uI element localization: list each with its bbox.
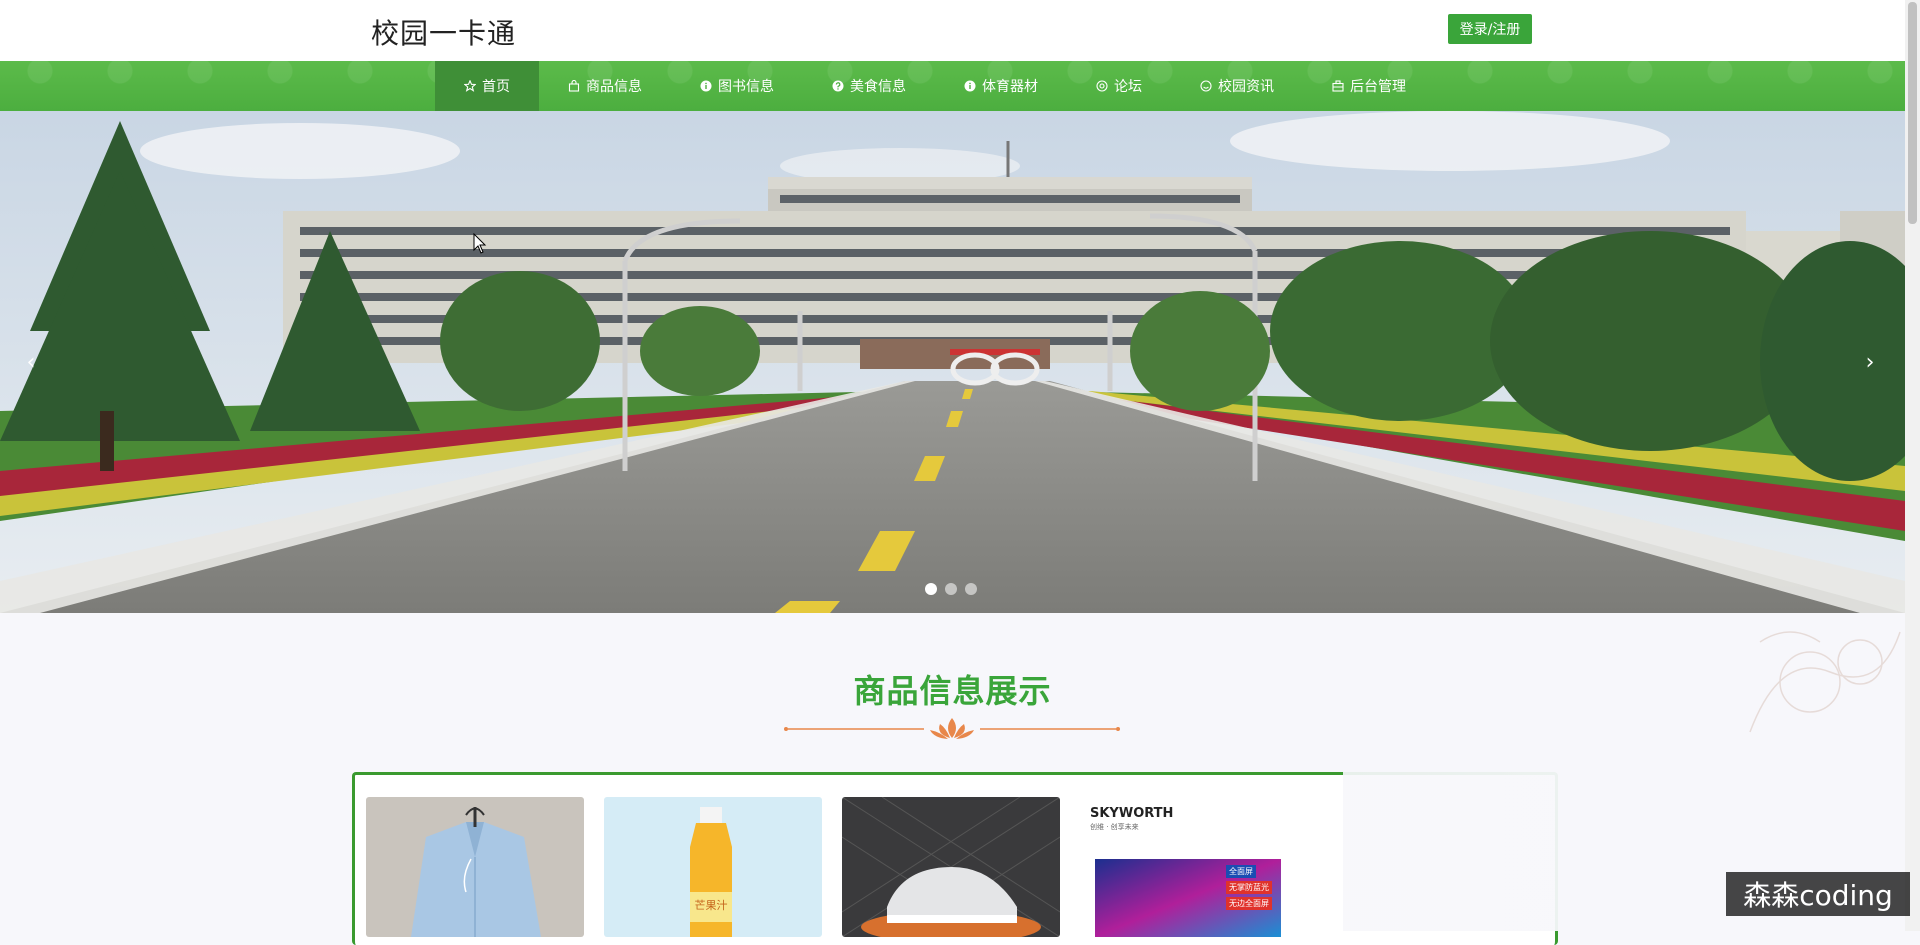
tv-badge-1: 无掌防蓝光 (1226, 881, 1272, 894)
header-bar: 校园一卡通 登录/注册 (0, 0, 1905, 61)
nav-item-books[interactable]: 图书信息 (671, 61, 803, 111)
product-image (604, 797, 822, 937)
nav-item-label: 首页 (482, 79, 510, 95)
carousel-next-button[interactable]: › (1855, 347, 1885, 377)
briefcase-icon (1332, 80, 1344, 92)
carousel-dot-1[interactable] (925, 583, 937, 595)
carousel-indicators (925, 583, 977, 595)
nav-item-home[interactable]: 首页 (435, 61, 539, 111)
product-card-juice[interactable]: 芒果汁 (604, 797, 822, 937)
product-card-tv[interactable]: SKYWORTH 创维 · 创享未来 全面屏 无掌防蓝光 无边全面屏 (1080, 797, 1298, 937)
product-image (366, 797, 584, 937)
lotus-icon (930, 718, 974, 739)
banner-carousel[interactable]: ‹ › (0, 111, 1905, 613)
star-icon (464, 80, 476, 92)
nav-item-admin[interactable]: 后台管理 (1303, 61, 1435, 111)
at-icon (1096, 80, 1108, 92)
site-title[interactable]: 校园一卡通 (371, 12, 516, 52)
login-register-button[interactable]: 登录/注册 (1448, 14, 1532, 44)
info-icon (964, 80, 976, 92)
nav-items: 首页 商品信息 图书信息 美食信息 体育器材 论坛 校园资讯 后台管理 (435, 61, 1435, 111)
carousel-dot-3[interactable] (965, 583, 977, 595)
nav-item-label: 后台管理 (1350, 79, 1406, 95)
smile-icon (1200, 80, 1212, 92)
bag-icon (568, 80, 580, 92)
tv-badge-top: 全面屏 (1226, 865, 1256, 878)
nav-item-label: 体育器材 (982, 79, 1038, 95)
campus-banner-image (0, 111, 1905, 613)
brand-tagline: 创维 · 创享未来 (1090, 823, 1139, 831)
carousel-prev-button[interactable]: ‹ (16, 347, 46, 377)
section-title: 商品信息展示 (853, 672, 1052, 710)
product-card-shirt[interactable] (366, 797, 584, 937)
carousel-dot-2[interactable] (945, 583, 957, 595)
watermark: 森森coding (1726, 872, 1910, 916)
lotus-divider (784, 718, 1120, 739)
brand-logo: SKYWORTH (1090, 806, 1174, 821)
nav-item-news[interactable]: 校园资讯 (1171, 61, 1303, 111)
nav-item-forum[interactable]: 论坛 (1067, 61, 1171, 111)
nav-item-label: 美食信息 (850, 79, 906, 95)
nav-item-food[interactable]: 美食信息 (803, 61, 935, 111)
mouse-cursor-icon (473, 233, 487, 254)
nav-item-sports[interactable]: 体育器材 (935, 61, 1067, 111)
product-card-shoe[interactable] (842, 797, 1060, 937)
nav-item-label: 商品信息 (586, 79, 642, 95)
scrollbar-thumb[interactable] (1908, 2, 1917, 224)
info-icon (700, 80, 712, 92)
product-label: 芒果汁 (694, 899, 728, 912)
nav-item-label: 校园资讯 (1218, 79, 1274, 95)
nav-item-label: 论坛 (1114, 79, 1142, 95)
nav-item-label: 图书信息 (718, 79, 774, 95)
product-image (842, 797, 1060, 937)
tv-badge-2: 无边全面屏 (1226, 897, 1272, 910)
help-icon (832, 80, 844, 92)
nav-item-products[interactable]: 商品信息 (539, 61, 671, 111)
main-nav: 首页 商品信息 图书信息 美食信息 体育器材 论坛 校园资讯 后台管理 (0, 61, 1905, 111)
